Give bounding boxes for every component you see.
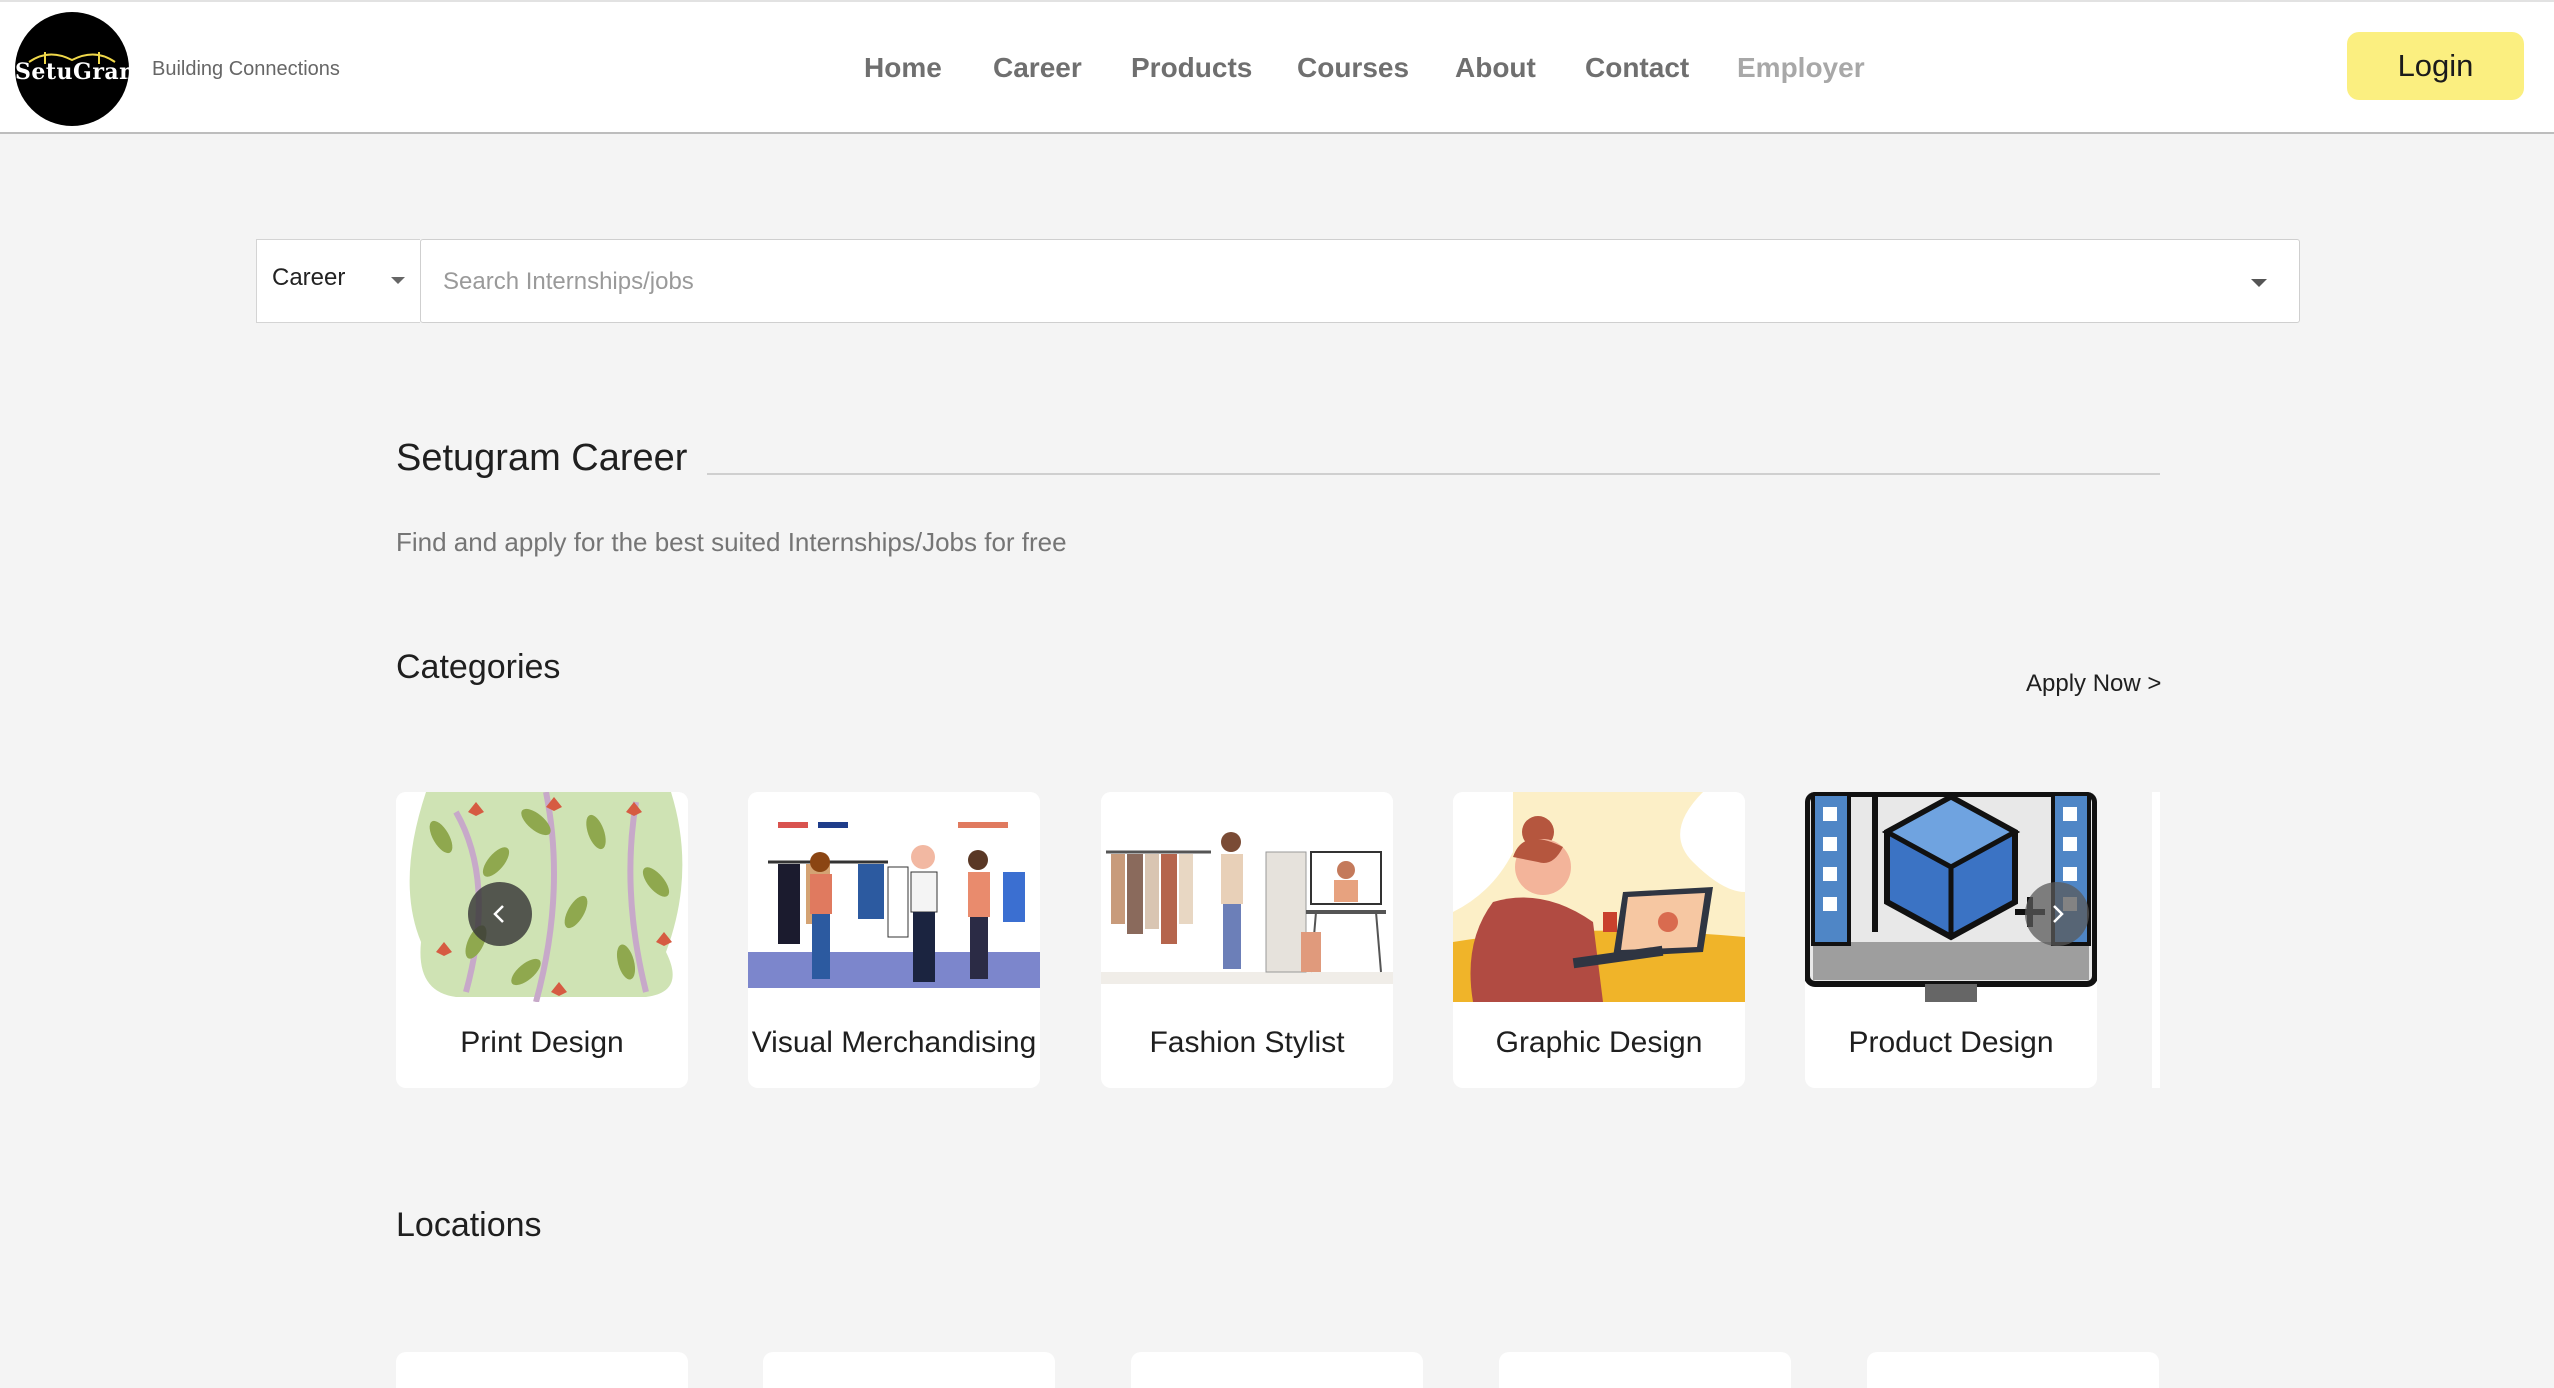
- category-card-fashion-stylist[interactable]: Fashion Stylist: [1101, 792, 1393, 1088]
- top-navbar: SetuGram Building Connections Home Caree…: [0, 0, 2554, 134]
- locations-heading: Locations: [396, 1206, 542, 1244]
- category-card-visual-merchandising[interactable]: Visual Merchandising: [748, 792, 1040, 1088]
- setugram-logo[interactable]: SetuGram: [15, 12, 129, 126]
- category-label: Print Design: [460, 1026, 624, 1059]
- nav-about[interactable]: About: [1455, 52, 1536, 84]
- location-card[interactable]: [1131, 1352, 1423, 1388]
- chevron-left-icon: [493, 905, 504, 923]
- leaf-pattern-illustration: [396, 792, 688, 1002]
- page-title: Setugram Career: [396, 437, 688, 479]
- location-card[interactable]: [1867, 1352, 2159, 1388]
- page-subtitle: Find and apply for the best suited Inter…: [396, 527, 1067, 557]
- location-card[interactable]: [763, 1352, 1055, 1388]
- carousel-next-button[interactable]: [2025, 882, 2089, 946]
- category-label: Graphic Design: [1495, 1026, 1703, 1059]
- search-category-value: Career: [272, 264, 346, 291]
- chevron-right-icon: [2053, 905, 2064, 923]
- search-category-select[interactable]: Career: [256, 239, 420, 323]
- nav-contact[interactable]: Contact: [1585, 52, 1689, 84]
- apply-now-link[interactable]: Apply Now >: [2026, 670, 2161, 698]
- nav-career[interactable]: Career: [993, 52, 1082, 84]
- category-card-partial[interactable]: [2152, 792, 2160, 1088]
- nav-products[interactable]: Products: [1131, 52, 1252, 84]
- logo-text: SetuGram: [15, 59, 129, 85]
- tagline: Building Connections: [152, 58, 340, 80]
- designer-laptop-illustration: [1453, 792, 1745, 1002]
- nav-employer[interactable]: Employer: [1737, 52, 1865, 84]
- title-divider: [707, 473, 2160, 475]
- clothing-store-illustration: [748, 792, 1040, 1002]
- category-label: Fashion Stylist: [1149, 1026, 1345, 1059]
- category-label: Visual Merchandising: [751, 1026, 1037, 1059]
- location-card[interactable]: [1499, 1352, 1791, 1388]
- category-label: Product Design: [1848, 1026, 2054, 1059]
- page: SetuGram Building Connections Home Caree…: [0, 0, 2554, 1388]
- chevron-down-icon: [391, 277, 405, 284]
- carousel-prev-button[interactable]: [468, 882, 532, 946]
- categories-heading: Categories: [396, 648, 561, 686]
- stylist-studio-illustration: [1101, 792, 1393, 1002]
- search-field[interactable]: [420, 239, 2300, 323]
- nav-courses[interactable]: Courses: [1297, 52, 1409, 84]
- category-card-graphic-design[interactable]: Graphic Design: [1453, 792, 1745, 1088]
- login-button[interactable]: Login: [2347, 32, 2524, 100]
- category-card-print-design[interactable]: Print Design: [396, 792, 688, 1088]
- nav-home[interactable]: Home: [864, 52, 942, 84]
- dropdown-caret-icon[interactable]: [2251, 279, 2267, 287]
- search-input[interactable]: [441, 260, 2205, 304]
- search-bar: Career: [256, 239, 2300, 323]
- location-card[interactable]: [396, 1352, 688, 1388]
